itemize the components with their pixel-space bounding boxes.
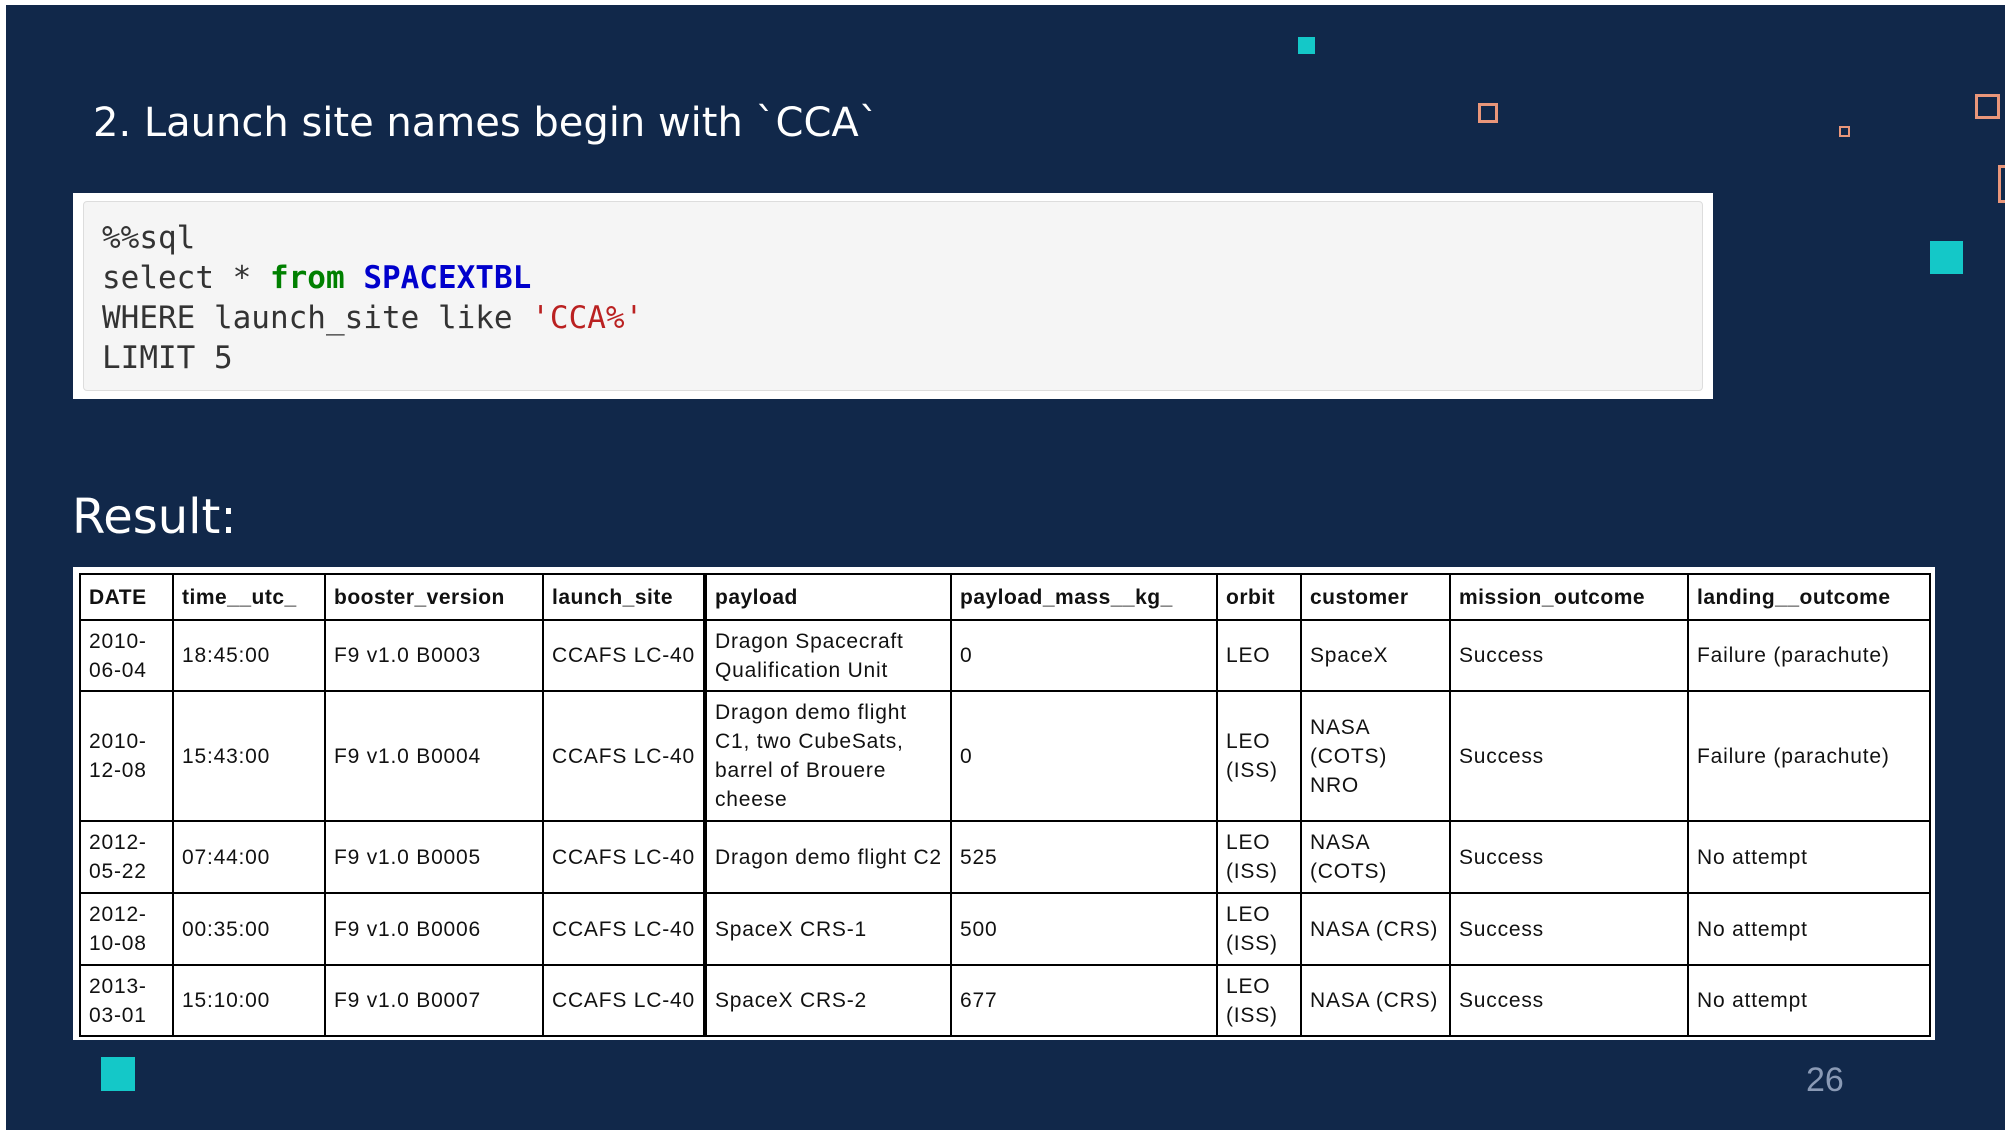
cell-orbit: LEO (ISS) <box>1216 820 1302 894</box>
cell-payload-mass: 0 <box>950 690 1218 822</box>
cell-payload-mass: 500 <box>950 892 1218 966</box>
cell-date: 2010-06-04 <box>79 619 174 692</box>
cell-booster-version: F9 v1.0 B0005 <box>324 820 544 894</box>
cell-launch-site: CCAFS LC-40 <box>542 619 706 692</box>
code-pattern-string: 'CCA%' <box>531 300 644 336</box>
cell-booster-version: F9 v1.0 B0006 <box>324 892 544 966</box>
column-header-booster-version: booster_version <box>324 573 544 621</box>
result-label: Result: <box>72 489 237 545</box>
cell-mission-outcome: Success <box>1449 690 1689 822</box>
cell-mission-outcome: Success <box>1449 964 1689 1037</box>
sql-code-cell: %%sql select * from SPACEXTBL WHERE laun… <box>73 193 1713 399</box>
cell-mission-outcome: Success <box>1449 619 1689 692</box>
cell-landing-outcome: Failure (parachute) <box>1687 690 1931 822</box>
code-keyword-from: from <box>269 260 345 296</box>
table-row: 2012-05-22 07:44:00 F9 v1.0 B0005 CCAFS … <box>79 820 1931 894</box>
cell-time: 00:35:00 <box>172 892 326 966</box>
cell-payload-mass: 677 <box>950 964 1218 1037</box>
slide: 2. Launch site names begin with `CCA` %%… <box>6 5 2005 1130</box>
code-where: WHERE launch_site like <box>102 300 532 336</box>
column-header-launch-site: launch_site <box>542 573 706 621</box>
result-table-panel: DATE time__utc_ booster_version launch_s… <box>73 567 1935 1040</box>
cell-launch-site: CCAFS LC-40 <box>542 690 706 822</box>
cell-time: 07:44:00 <box>172 820 326 894</box>
code-table-name: SPACEXTBL <box>363 260 532 296</box>
cell-date: 2012-05-22 <box>79 820 174 894</box>
cell-orbit: LEO (ISS) <box>1216 964 1302 1037</box>
table-row: 2010-12-08 15:43:00 F9 v1.0 B0004 CCAFS … <box>79 690 1931 822</box>
code-limit: LIMIT 5 <box>102 340 233 376</box>
cell-customer: NASA (CRS) <box>1300 964 1451 1037</box>
table-row: 2010-06-04 18:45:00 F9 v1.0 B0003 CCAFS … <box>79 619 1931 692</box>
column-header-date: DATE <box>79 573 174 621</box>
cell-booster-version: F9 v1.0 B0004 <box>324 690 544 822</box>
cell-landing-outcome: No attempt <box>1687 820 1931 894</box>
result-table: DATE time__utc_ booster_version launch_s… <box>79 573 1931 1037</box>
cell-payload: Dragon Spacecraft Qualification Unit <box>703 619 952 692</box>
cell-landing-outcome: Failure (parachute) <box>1687 619 1931 692</box>
slide-title: 2. Launch site names begin with `CCA` <box>93 100 879 146</box>
teal-square-decoration <box>1298 37 1315 54</box>
column-header-payload-mass: payload_mass__kg_ <box>950 573 1218 621</box>
cell-payload: SpaceX CRS-2 <box>703 964 952 1037</box>
cell-mission-outcome: Success <box>1449 820 1689 894</box>
cell-payload: Dragon demo flight C2 <box>703 820 952 894</box>
cell-orbit: LEO (ISS) <box>1216 892 1302 966</box>
teal-square-decoration <box>101 1057 135 1091</box>
cell-payload: Dragon demo flight C1, two CubeSats, bar… <box>703 690 952 822</box>
cell-customer: SpaceX <box>1300 619 1451 692</box>
cell-orbit: LEO (ISS) <box>1216 690 1302 822</box>
cell-booster-version: F9 v1.0 B0007 <box>324 964 544 1037</box>
cell-date: 2010-12-08 <box>79 690 174 822</box>
cell-orbit: LEO <box>1216 619 1302 692</box>
cell-landing-outcome: No attempt <box>1687 964 1931 1037</box>
cell-booster-version: F9 v1.0 B0003 <box>324 619 544 692</box>
cell-customer: NASA (COTS) <box>1300 820 1451 894</box>
cell-mission-outcome: Success <box>1449 892 1689 966</box>
code-select: select * <box>102 260 270 296</box>
cell-payload-mass: 0 <box>950 619 1218 692</box>
orange-square-decoration <box>1975 94 2000 119</box>
cell-launch-site: CCAFS LC-40 <box>542 892 706 966</box>
teal-square-decoration <box>1930 241 1963 274</box>
column-header-orbit: orbit <box>1216 573 1302 621</box>
cell-time: 18:45:00 <box>172 619 326 692</box>
orange-bracket-decoration <box>1998 165 2005 203</box>
code-magic: %%sql <box>102 220 196 256</box>
column-header-customer: customer <box>1300 573 1451 621</box>
small-orange-square-decoration <box>1839 126 1850 137</box>
cell-customer: NASA (CRS) <box>1300 892 1451 966</box>
code-block: %%sql select * from SPACEXTBL WHERE laun… <box>83 201 1703 391</box>
page-number: 26 <box>1806 1061 1844 1099</box>
column-header-time: time__utc_ <box>172 573 326 621</box>
cell-customer: NASA (COTS) NRO <box>1300 690 1451 822</box>
cell-landing-outcome: No attempt <box>1687 892 1931 966</box>
table-row: 2013-03-01 15:10:00 F9 v1.0 B0007 CCAFS … <box>79 964 1931 1037</box>
cell-time: 15:43:00 <box>172 690 326 822</box>
table-header-row: DATE time__utc_ booster_version launch_s… <box>79 573 1931 621</box>
cell-payload: SpaceX CRS-1 <box>703 892 952 966</box>
column-header-mission-outcome: mission_outcome <box>1449 573 1689 621</box>
cell-date: 2012-10-08 <box>79 892 174 966</box>
cell-time: 15:10:00 <box>172 964 326 1037</box>
table-row: 2012-10-08 00:35:00 F9 v1.0 B0006 CCAFS … <box>79 892 1931 966</box>
cell-date: 2013-03-01 <box>79 964 174 1037</box>
orange-square-decoration <box>1478 103 1498 123</box>
cell-launch-site: CCAFS LC-40 <box>542 820 706 894</box>
cell-launch-site: CCAFS LC-40 <box>542 964 706 1037</box>
column-header-payload: payload <box>703 573 952 621</box>
column-header-landing-outcome: landing__outcome <box>1687 573 1931 621</box>
cell-payload-mass: 525 <box>950 820 1218 894</box>
